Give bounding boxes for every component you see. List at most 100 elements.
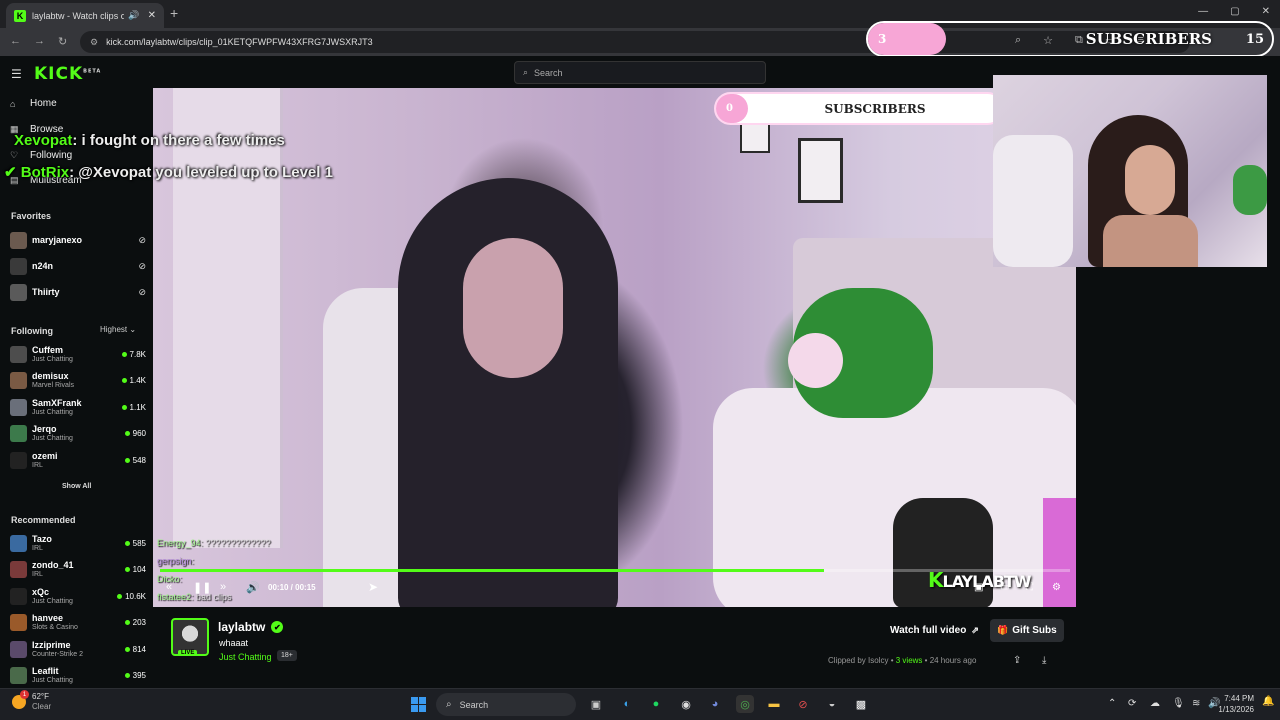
external-link-icon: ⇗ (971, 625, 979, 635)
volume-icon[interactable]: 🔊 (246, 581, 260, 594)
clipped-by-label: Clipped by (828, 656, 866, 665)
channel-list-item[interactable]: Jerqo Just Chatting 960 (10, 423, 146, 445)
discord-icon[interactable]: ◕ (706, 695, 724, 713)
close-window-button[interactable]: ✕ (1262, 6, 1270, 17)
tray-cloud-icon[interactable]: ☁ (1150, 698, 1160, 709)
channel-list-item[interactable]: Izziprime Counter-Strike 2 814 (10, 638, 146, 660)
file-explorer-icon[interactable]: ▬ (765, 695, 783, 713)
pause-icon[interactable]: ❚❚ (193, 581, 211, 594)
clip-meta: Clipped by Isolcy • 3 views • 24 hours a… (828, 656, 977, 665)
channel-list-item[interactable]: Cuffem Just Chatting 7.8K (10, 343, 146, 365)
notifications-off-icon[interactable]: ⊘ (138, 287, 146, 298)
channel-category: Just Chatting (32, 435, 73, 442)
back-arrow-icon[interactable]: ← (10, 35, 21, 47)
notifications-off-icon[interactable]: ⊘ (138, 235, 146, 246)
theater-mode-icon[interactable]: ▣ (974, 582, 983, 593)
overlay-chat-user: BotRix (20, 164, 70, 181)
channel-name: SamXFrank (32, 397, 82, 408)
tab-close-icon[interactable]: ✕ (148, 10, 156, 21)
show-all-button[interactable]: Show All (62, 483, 91, 490)
gift-icon: 🎁 (997, 625, 1009, 635)
tray-chevron-icon[interactable]: ⌃ (1108, 698, 1116, 709)
browser-tab[interactable]: K laylabtw - Watch clips on K 🔊 ✕ (6, 3, 164, 28)
download-icon[interactable]: ⤓ (1042, 655, 1046, 666)
cam-person-face (1125, 145, 1175, 215)
watch-full-video-button[interactable]: Watch full video ⇗ (884, 619, 985, 642)
clipped-by-user[interactable]: Isolcy (868, 656, 888, 665)
site-info-icon[interactable]: ⚙ (90, 37, 98, 48)
chrome-icon[interactable]: ◎ (736, 695, 754, 713)
miniplayer-icon[interactable]: ▭ (1000, 582, 1009, 593)
steam-icon[interactable]: ◒ (823, 695, 841, 713)
viewer-count: 814 (125, 645, 146, 654)
nav-following[interactable]: ♡ Following (10, 150, 72, 161)
channel-list-item[interactable]: xQc Just Chatting 10.6K (10, 585, 146, 607)
microphone-icon[interactable]: 🎙 (1172, 698, 1185, 709)
channel-list-item[interactable]: zondo_41 IRL 104 (10, 559, 146, 581)
search-input[interactable]: ⌕ Search (514, 61, 766, 84)
viewer-count: 104 (125, 565, 146, 574)
channel-avatar (10, 667, 27, 684)
channel-list-item[interactable]: ozemi IRL 548 (10, 449, 146, 471)
gift-subs-button[interactable]: 🎁 Gift Subs (990, 619, 1064, 642)
notifications-off-icon[interactable]: ⊘ (138, 261, 146, 272)
forward-icon[interactable]: » (220, 581, 226, 593)
channel-text: xQc Just Chatting (32, 587, 117, 606)
video-chat-message: : ????????????? (200, 538, 271, 548)
fullscreen-icon[interactable]: ⛶ (1026, 582, 1033, 593)
speaker-icon[interactable]: 🔊 (128, 10, 139, 21)
channel-list-item[interactable]: n24n ⊘ (10, 255, 146, 277)
maximize-button[interactable]: ▢ (1230, 6, 1239, 17)
channel-list-item[interactable]: SamXFrank Just Chatting 1.1K (10, 396, 146, 418)
home-icon: ⌂ (10, 98, 16, 109)
rewind-icon[interactable]: « (166, 581, 172, 593)
recommended-heading: Recommended (11, 515, 76, 525)
edge-icon[interactable]: ◐ (618, 695, 636, 713)
reload-icon[interactable]: ↻ (58, 35, 67, 48)
share-icon[interactable]: ⇪ (1013, 655, 1021, 666)
category-link[interactable]: Just Chatting (219, 652, 272, 662)
new-tab-button[interactable]: + (170, 5, 178, 21)
weather-condition: Clear (32, 702, 52, 711)
channel-list-item[interactable]: maryjanexo ⊘ (10, 229, 146, 251)
following-sort[interactable]: Highest ⌄ (100, 325, 136, 334)
favorites-heading: Favorites (11, 211, 52, 221)
hamburger-menu-icon[interactable]: ☰ (11, 67, 22, 81)
video-chat-user: gerpsign (157, 556, 192, 566)
forward-arrow-icon[interactable]: → (34, 35, 45, 47)
nav-home[interactable]: ⌂ Home (10, 98, 57, 109)
tray-app-icon[interactable]: ⟳ (1128, 698, 1136, 709)
minimize-button[interactable]: — (1198, 6, 1208, 17)
notifications-icon[interactable]: 🔔 (1262, 696, 1274, 707)
settings-icon[interactable]: ⚙ (1052, 582, 1061, 593)
channel-list-item[interactable]: hanvee Slots & Casino 203 (10, 612, 146, 634)
channel-list-item[interactable]: Tazo IRL 585 (10, 532, 146, 554)
task-view-icon[interactable]: ▣ (587, 695, 605, 713)
video-chat-message: : (191, 556, 195, 566)
obs-icon[interactable]: ◉ (677, 695, 695, 713)
wifi-icon[interactable]: ≋ (1192, 698, 1200, 709)
system-clock[interactable]: 7:44 PM 1/13/2026 (1218, 693, 1254, 715)
overlay-chat-line: Xevopat: i fought on there a few times (14, 132, 285, 149)
viewer-count: 7.8K (122, 350, 146, 359)
windows-start-icon[interactable] (411, 697, 426, 712)
channel-list-item[interactable]: Leaflit Just Chatting 395 (10, 665, 146, 687)
app-red-icon[interactable]: ⊘ (794, 695, 812, 713)
kick-favicon-icon: K (14, 9, 26, 22)
channel-text: demisux Marvel Rivals (32, 371, 122, 390)
spotify-icon[interactable]: ● (647, 695, 665, 713)
channel-name-text: laylabtw (218, 620, 266, 634)
kick-logo[interactable]: KICKBETA (34, 64, 101, 84)
subscribers-overlay-top: 3 SUBSCRIBERS 15 (866, 21, 1274, 57)
channel-avatar (10, 283, 27, 301)
channel-name[interactable]: laylabtw ✔ (218, 620, 284, 634)
video-chat-user: Energy_94 (157, 538, 201, 548)
channel-list-item[interactable]: demisux Marvel Rivals 1.4K (10, 370, 146, 392)
app-dark-icon[interactable]: ▩ (852, 695, 870, 713)
taskbar-search[interactable]: ⌕ Search (436, 693, 576, 716)
channel-text: maryjanexo (32, 235, 138, 245)
channel-text: Jerqo Just Chatting (32, 424, 125, 443)
subscribers-overlay: 0 SUBSCRIBERS (714, 92, 1004, 125)
weather-widget[interactable]: 1 62°F Clear (12, 690, 52, 712)
channel-list-item[interactable]: Thiirty ⊘ (10, 281, 146, 303)
